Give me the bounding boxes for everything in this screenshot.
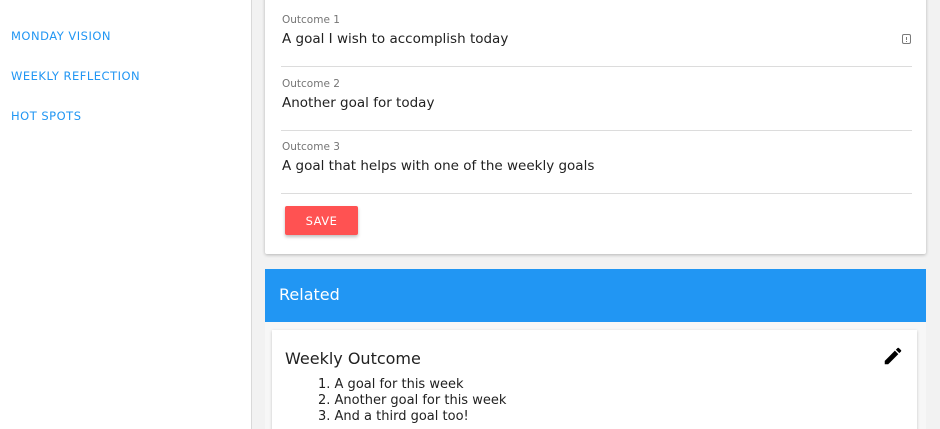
- related-header: Related: [265, 269, 926, 322]
- outcome-1-label: Outcome 1: [282, 14, 340, 26]
- weekly-outcome-card: Weekly Outcome 1. A goal for this week 2…: [272, 330, 917, 429]
- sidebar-item-weekly-reflection[interactable]: WEEKLY REFLECTION: [11, 69, 140, 83]
- outcome-2-input[interactable]: [281, 92, 882, 114]
- pencil-icon: [884, 347, 902, 365]
- sidebar-item-monday-vision[interactable]: MONDAY VISION: [11, 29, 111, 43]
- list-item: 3. And a third goal too!: [318, 409, 469, 424]
- outcome-1-field: Outcome 1: [281, 14, 912, 67]
- info-icon: [902, 34, 911, 44]
- related-title: Related: [279, 285, 340, 304]
- outcome-3-label: Outcome 3: [282, 141, 340, 153]
- list-item: 2. Another goal for this week: [318, 393, 507, 408]
- outcomes-form-card: Outcome 1 Outcome 2 Outcome 3 SAVE: [265, 0, 926, 254]
- outcome-3-field: Outcome 3: [281, 141, 912, 194]
- outcome-3-input[interactable]: [281, 155, 882, 177]
- app-window: MONDAY VISION WEEKLY REFLECTION HOT SPOT…: [0, 0, 940, 429]
- sidebar-item-hot-spots[interactable]: HOT SPOTS: [11, 109, 82, 123]
- save-button[interactable]: SAVE: [285, 206, 358, 235]
- main-content: Outcome 1 Outcome 2 Outcome 3 SAVE Relat…: [252, 0, 940, 429]
- weekly-outcome-title: Weekly Outcome: [285, 349, 421, 368]
- edit-button[interactable]: [882, 345, 904, 367]
- sidebar: MONDAY VISION WEEKLY REFLECTION HOT SPOT…: [0, 0, 252, 429]
- list-item: 1. A goal for this week: [318, 377, 464, 392]
- outcome-2-label: Outcome 2: [282, 78, 340, 90]
- weekly-goal-list: 1. A goal for this week 2. Another goal …: [318, 377, 506, 425]
- related-section: Weekly Outcome 1. A goal for this week 2…: [265, 322, 926, 429]
- outcome-2-field: Outcome 2: [281, 78, 912, 131]
- outcome-1-input[interactable]: [281, 28, 882, 50]
